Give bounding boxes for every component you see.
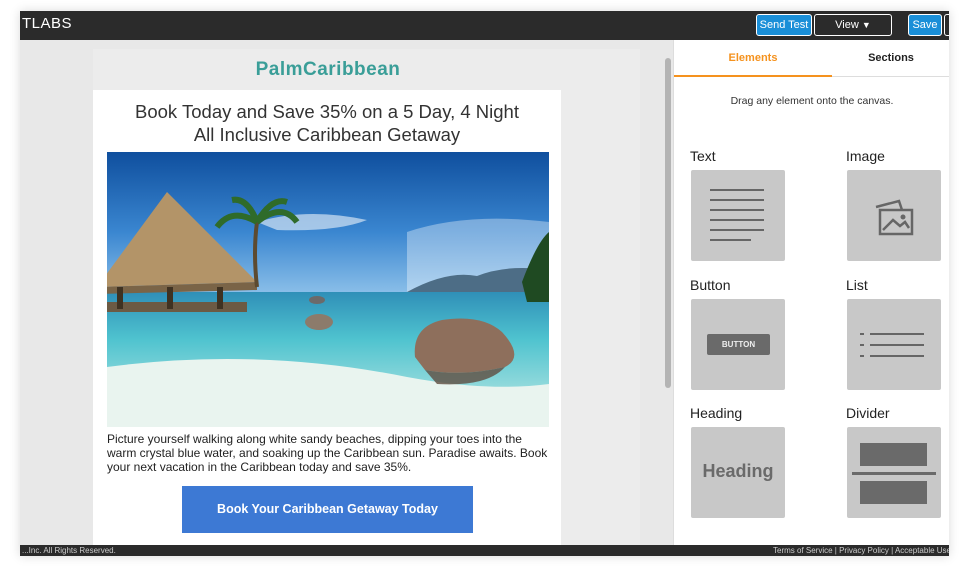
element-tile-button[interactable]: BUTTON bbox=[691, 299, 785, 390]
send-test-button[interactable]: Send Test bbox=[756, 14, 812, 36]
email-canvas[interactable]: PalmCaribbean Book Today and Save 35% on… bbox=[20, 40, 661, 550]
view-label: View bbox=[835, 19, 859, 31]
divider-icon bbox=[852, 443, 936, 504]
list-icon bbox=[860, 333, 924, 357]
element-label-button: Button bbox=[690, 277, 731, 293]
element-label-text: Text bbox=[690, 148, 716, 164]
element-tile-divider[interactable] bbox=[847, 427, 941, 518]
email-paragraph[interactable]: Picture yourself walking along white san… bbox=[107, 432, 552, 474]
tab-sections[interactable]: Sections bbox=[832, 40, 949, 77]
save-button[interactable]: Save bbox=[908, 14, 942, 36]
email-headline[interactable]: Book Today and Save 35% on a 5 Day, 4 Ni… bbox=[103, 100, 551, 146]
hero-image[interactable] bbox=[107, 152, 549, 427]
element-label-divider: Divider bbox=[846, 405, 890, 421]
footer-links[interactable]: Terms of Service | Privacy Policy | Acce… bbox=[773, 546, 949, 555]
email-template: PalmCaribbean Book Today and Save 35% on… bbox=[93, 49, 640, 550]
cta-button[interactable]: Book Your Caribbean Getaway Today bbox=[182, 486, 473, 533]
element-tile-image[interactable] bbox=[847, 170, 941, 261]
chevron-down-icon: ▼ bbox=[861, 20, 871, 30]
brand-heading[interactable]: PalmCaribbean bbox=[93, 59, 563, 81]
app-logo: TLABS bbox=[22, 15, 73, 32]
image-icon bbox=[875, 199, 914, 236]
footer-bar: ...Inc. All Rights Reserved. Terms of Se… bbox=[20, 545, 949, 556]
tab-elements[interactable]: Elements bbox=[674, 40, 832, 77]
top-toolbar: TLABS Send Test View ▼ Save bbox=[20, 11, 949, 40]
view-dropdown[interactable]: View ▼ bbox=[814, 14, 892, 36]
email-builder-app: TLABS Send Test View ▼ Save PalmCaribbea… bbox=[20, 11, 949, 556]
element-tile-heading[interactable]: Heading bbox=[691, 427, 785, 518]
email-content: Book Today and Save 35% on a 5 Day, 4 Ni… bbox=[93, 90, 561, 550]
text-lines-icon bbox=[710, 189, 764, 241]
elements-panel: Elements Sections Drag any element onto … bbox=[673, 40, 949, 545]
button-icon-text: BUTTON bbox=[721, 340, 756, 349]
canvas-scrollbar[interactable] bbox=[661, 40, 673, 545]
element-label-image: Image bbox=[846, 148, 885, 164]
element-label-heading: Heading bbox=[690, 405, 743, 421]
beach-photo bbox=[107, 152, 549, 427]
footer-copyright: ...Inc. All Rights Reserved. bbox=[22, 546, 116, 555]
scroll-thumb[interactable] bbox=[665, 58, 671, 388]
headline-line-1: Book Today and Save 35% on a 5 Day, 4 Ni… bbox=[135, 101, 519, 122]
element-tile-list[interactable] bbox=[847, 299, 941, 390]
headline-line-2: All Inclusive Caribbean Getaway bbox=[193, 124, 461, 145]
heading-icon: Heading bbox=[702, 461, 774, 481]
more-button[interactable] bbox=[944, 14, 949, 36]
panel-hint: Drag any element onto the canvas. bbox=[730, 95, 894, 107]
element-tile-text[interactable] bbox=[691, 170, 785, 261]
element-label-list: List bbox=[846, 277, 868, 293]
